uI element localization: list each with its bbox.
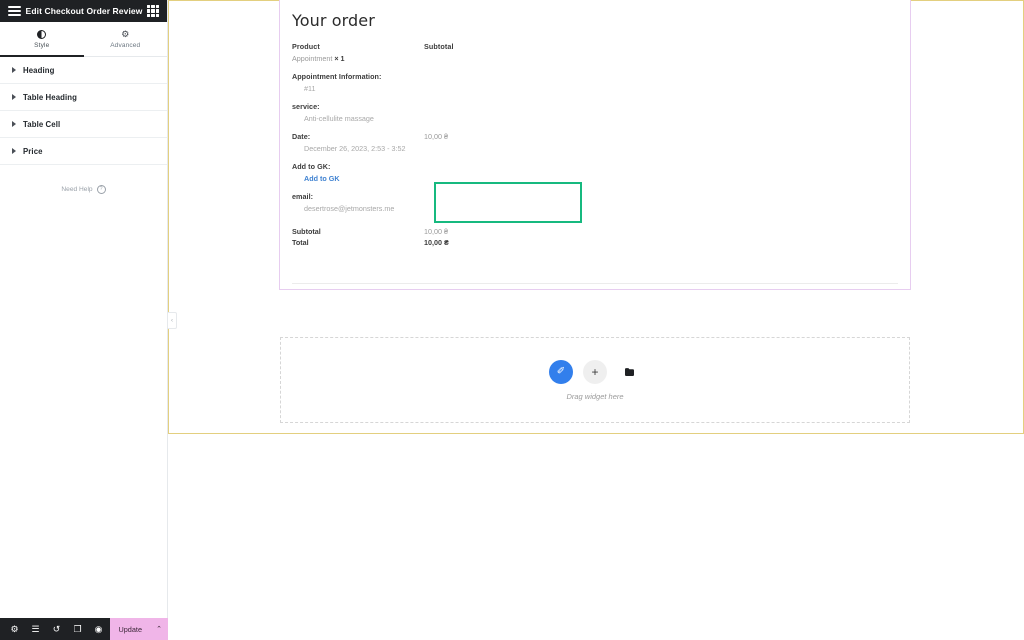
edit-magic-wand-button[interactable]: ✐: [549, 359, 573, 384]
order-table: Product Subtotal Appointment × 1 Appoint…: [292, 42, 898, 248]
column-header-product: Product: [292, 42, 320, 51]
section-table-cell-label: Table Cell: [23, 119, 61, 129]
update-button[interactable]: Update: [110, 618, 150, 640]
meta-value-date: December 26, 2023, 2:53 - 3:52: [304, 144, 406, 153]
tab-advanced[interactable]: ⚙ Advanced: [84, 22, 168, 56]
preview-changes-icon[interactable]: ◉: [88, 618, 109, 640]
add-widget-button[interactable]: +: [583, 359, 607, 384]
total-label: Total: [292, 238, 309, 247]
grid-apps-icon[interactable]: [147, 5, 159, 17]
editor-canvas: Your order Product Subtotal Appointment …: [168, 0, 1024, 640]
meta-value-email: desertrose@jetmonsters.me: [304, 204, 395, 213]
total-amount: 10,00 ₴: [424, 238, 449, 247]
meta-key-email: email:: [292, 192, 314, 201]
section-heading[interactable]: Heading: [0, 57, 167, 84]
need-help-link[interactable]: Need Help ?: [0, 185, 167, 194]
order-title: Your order: [292, 11, 375, 30]
product-name-qty: Appointment × 1: [292, 54, 424, 63]
meta-key-date: Date:: [292, 132, 311, 141]
table-row: Date: December 26, 2023, 2:53 - 3:52 10,…: [292, 132, 898, 153]
panel-title: Edit Checkout Order Review: [25, 6, 143, 16]
history-icon[interactable]: ↺: [46, 618, 67, 640]
panel-header: Edit Checkout Order Review: [0, 0, 167, 22]
chevron-right-icon: [12, 94, 16, 100]
table-header-row: Product Subtotal: [292, 42, 898, 51]
meta-value-service: Anti-cellulite massage: [304, 114, 374, 123]
folder-icon: [624, 367, 634, 376]
panel-collapse-handle[interactable]: ‹: [168, 312, 177, 329]
responsive-mode-icon[interactable]: ❐: [67, 618, 88, 640]
question-circle-icon: ?: [96, 185, 106, 194]
order-totals: Subtotal 10,00 ₴ Total 10,00 ₴: [292, 226, 898, 248]
bottom-bar-icons: ⚙ ☰ ↺ ❐ ◉: [0, 618, 109, 640]
panel-tabs: Style ⚙ Advanced: [0, 22, 167, 57]
meta-amount-date: 10,00 ₴: [424, 132, 448, 141]
section-price[interactable]: Price: [0, 138, 167, 165]
table-row: service: Anti-cellulite massage: [292, 102, 898, 123]
product-row: Appointment × 1: [292, 51, 898, 63]
widget-divider: [292, 283, 898, 284]
chevron-right-icon: [12, 148, 16, 154]
table-row-add-to-gk[interactable]: Add to GK: Add to GK: [292, 162, 898, 183]
subtotal-row: Subtotal 10,00 ₴: [292, 226, 898, 237]
product-name: Appointment: [292, 54, 333, 63]
table-row: email: desertrose@jetmonsters.me: [292, 192, 898, 213]
navigator-layers-icon[interactable]: ☰: [25, 618, 46, 640]
section-table-heading[interactable]: Table Heading: [0, 84, 167, 111]
section-price-label: Price: [23, 146, 43, 156]
add-template-folder-button[interactable]: [617, 359, 641, 384]
update-options-caret[interactable]: ⌃: [150, 618, 168, 640]
tab-advanced-label: Advanced: [110, 41, 141, 49]
column-header-subtotal: Subtotal: [424, 42, 454, 51]
editor-bottom-bar: ⚙ ☰ ↺ ❐ ◉ Update ⌃: [0, 618, 168, 640]
settings-icon[interactable]: ⚙: [4, 618, 25, 640]
subtotal-label: Subtotal: [292, 227, 321, 236]
contrast-icon: [37, 29, 47, 39]
subtotal-amount: 10,00 ₴: [424, 227, 448, 236]
checkout-order-review-widget[interactable]: Your order Product Subtotal Appointment …: [279, 0, 911, 290]
section-table-cell[interactable]: Table Cell: [0, 111, 167, 138]
drop-zone-buttons: ✐ +: [549, 359, 641, 384]
chevron-right-icon: [12, 67, 16, 73]
section-heading-label: Heading: [23, 65, 55, 75]
need-help-label: Need Help: [61, 186, 93, 193]
meta-key-add-to-gk: Add to GK:: [292, 162, 331, 171]
hamburger-menu-icon[interactable]: [8, 6, 21, 16]
table-row: Appointment Information: #11: [292, 72, 898, 93]
drop-zone-label: Drag widget here: [566, 391, 624, 401]
gear-icon: ⚙: [121, 28, 130, 39]
meta-value-appointment-information: #11: [304, 84, 316, 93]
drop-zone[interactable]: ✐ + Drag widget here: [280, 337, 910, 423]
chevron-right-icon: [12, 121, 16, 127]
meta-key-service: service:: [292, 102, 320, 111]
add-to-gk-link[interactable]: Add to GK: [292, 174, 424, 183]
update-button-label: Update: [118, 624, 142, 634]
meta-key-appointment-information: Appointment Information:: [292, 72, 382, 81]
total-row: Total 10,00 ₴: [292, 237, 898, 248]
panel-section-list: Heading Table Heading Table Cell Price: [0, 57, 167, 165]
tab-style-label: Style: [34, 41, 50, 49]
tab-style[interactable]: Style: [0, 22, 84, 57]
editor-panel: Edit Checkout Order Review Style ⚙ Advan…: [0, 0, 168, 640]
product-quantity: × 1: [334, 54, 345, 63]
section-table-heading-label: Table Heading: [23, 92, 78, 102]
